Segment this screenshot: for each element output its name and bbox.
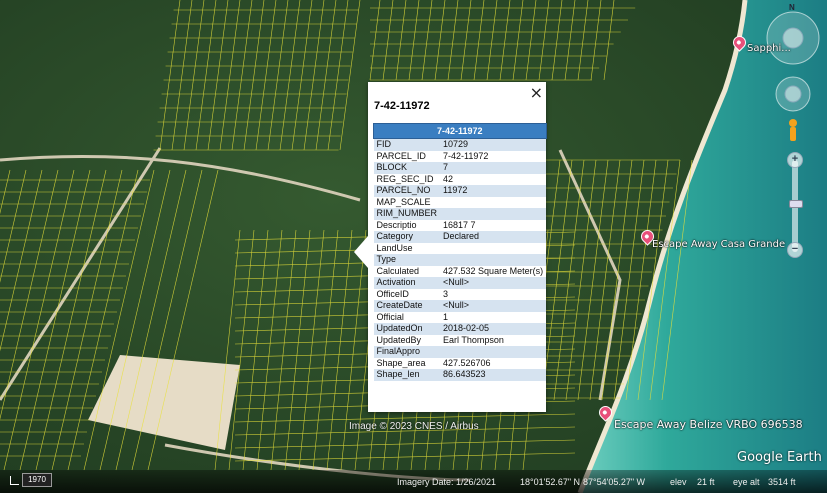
popup-pointer — [354, 236, 368, 268]
zoom-out-button[interactable]: − — [787, 242, 803, 258]
attribute-value: <Null> — [440, 277, 547, 289]
attribute-row: FinalAppro — [373, 346, 547, 358]
attribute-value: 1 — [440, 311, 547, 323]
attribute-key: CreateDate — [373, 300, 441, 312]
attribute-row: LandUse — [373, 242, 547, 254]
attribute-key: PARCEL_ID — [373, 150, 441, 162]
attribute-value: 7 — [440, 162, 547, 174]
attribute-row: Shape_area 427.526706 — [373, 357, 547, 369]
attribute-row: Activation <Null> — [373, 277, 547, 289]
attribute-value: 10729 — [440, 138, 547, 151]
historical-imagery-icon[interactable] — [10, 476, 19, 485]
attribute-key: OfficeID — [373, 288, 441, 300]
historical-imagery-year[interactable]: 1970 — [22, 473, 52, 487]
attribute-value — [440, 196, 547, 208]
attribute-value: 427.526706 — [440, 357, 547, 369]
attribute-row: BLOCK 7 — [373, 162, 547, 174]
google-earth-logo: Google Earth — [737, 450, 822, 465]
attribute-value — [440, 346, 547, 358]
attribute-row: PARCEL_NO 11972 — [373, 185, 547, 197]
imagery-date: Imagery Date: 1/26/2021 — [397, 477, 497, 487]
attribute-row: PARCEL_ID 7-42-11972 — [373, 150, 547, 162]
eye-altitude-value: 3514 ft — [768, 477, 796, 487]
attribute-value: Earl Thompson — [440, 334, 547, 346]
attribute-value: <Null> — [440, 300, 547, 312]
attribute-row: Descriptio 16817 7 — [373, 219, 547, 231]
place-label-casa-grande[interactable]: Escape Away Casa Grande — [652, 239, 785, 250]
attribute-key: Type — [373, 254, 441, 266]
hand-icon[interactable] — [784, 85, 802, 103]
latitude-readout: 18°01'52.67" N — [520, 477, 581, 487]
attribute-key: FID — [373, 138, 441, 151]
popup-title: 7-42-11972 — [374, 100, 430, 112]
elevation-value: 21 ft — [697, 477, 715, 487]
attribute-row: MAP_SCALE — [373, 196, 547, 208]
elevation-label: elev — [670, 477, 687, 487]
attribute-value: 2018-02-05 — [440, 323, 547, 335]
attribute-table: 7-42-11972 FID 10729 PARCEL_ID 7-42-11972 BL… — [373, 123, 547, 381]
attribute-value: 16817 7 — [440, 219, 547, 231]
attribute-key: RIM_NUMBER — [373, 208, 441, 220]
attribute-row: Category Declared — [373, 231, 547, 243]
attribute-value — [440, 242, 547, 254]
attribute-value — [440, 208, 547, 220]
zoom-in-button[interactable]: + — [787, 152, 803, 168]
attribute-key: UpdatedOn — [373, 323, 441, 335]
attribute-row: FID 10729 — [373, 138, 547, 151]
attribute-value: 42 — [440, 173, 547, 185]
attribute-value: 11972 — [440, 185, 547, 197]
place-label-vrbo[interactable]: Escape Away Belize VRBO 696538 — [614, 418, 803, 431]
longitude-readout: 87°54'05.27" W — [583, 477, 646, 487]
attribute-row: UpdatedOn 2018-02-05 — [373, 323, 547, 335]
compass-north-label: N — [789, 3, 795, 12]
attribute-key: REG_SEC_ID — [373, 173, 441, 185]
attribute-row: Type — [373, 254, 547, 266]
attribute-row: OfficeID 3 — [373, 288, 547, 300]
eye-altitude-label: eye alt — [733, 477, 760, 487]
pegman-icon[interactable] — [789, 119, 797, 141]
attribute-value: 7-42-11972 — [440, 150, 547, 162]
parcel-info-popup: × 7-42-11972 7-42-11972 FID 10729 PARCEL_I… — [354, 82, 547, 412]
zoom-slider-handle[interactable] — [789, 200, 803, 208]
attribute-row: CreateDate <Null> — [373, 300, 547, 312]
attribute-row: Shape_len 86.643523 — [373, 369, 547, 381]
attribute-value: Declared — [440, 231, 547, 243]
attribute-row: REG_SEC_ID 42 — [373, 173, 547, 185]
attribute-key: FinalAppro — [373, 346, 441, 358]
attribute-key: LandUse — [373, 242, 441, 254]
attribute-key: BLOCK — [373, 162, 441, 174]
attribute-key: Official — [373, 311, 441, 323]
attribute-value — [440, 254, 547, 266]
attribute-row: Official 1 — [373, 311, 547, 323]
attribute-value: 427.532 Square Meter(s) — [440, 265, 547, 277]
attribute-row: Calculated 427.532 Square Meter(s) — [373, 265, 547, 277]
attribute-row: RIM_NUMBER — [373, 208, 547, 220]
attribute-key: Shape_area — [373, 357, 441, 369]
attribute-key: Calculated — [373, 265, 441, 277]
attribute-key: Descriptio — [373, 219, 441, 231]
attribute-row: UpdatedBy Earl Thompson — [373, 334, 547, 346]
place-label-sapphire[interactable]: Sapphi... — [747, 43, 791, 54]
attribute-key: PARCEL_NO — [373, 185, 441, 197]
attribute-value: 86.643523 — [440, 369, 547, 381]
attribute-key: UpdatedBy — [373, 334, 441, 346]
close-icon[interactable]: × — [530, 83, 543, 102]
imagery-attribution: Image © 2023 CNES / Airbus — [349, 421, 479, 432]
attribute-table-header: 7-42-11972 — [373, 123, 547, 139]
attribute-key: MAP_SCALE — [373, 196, 441, 208]
attribute-key: Category — [373, 231, 441, 243]
attribute-key: Activation — [373, 277, 441, 289]
attribute-value: 3 — [440, 288, 547, 300]
attribute-key: Shape_len — [373, 369, 441, 381]
